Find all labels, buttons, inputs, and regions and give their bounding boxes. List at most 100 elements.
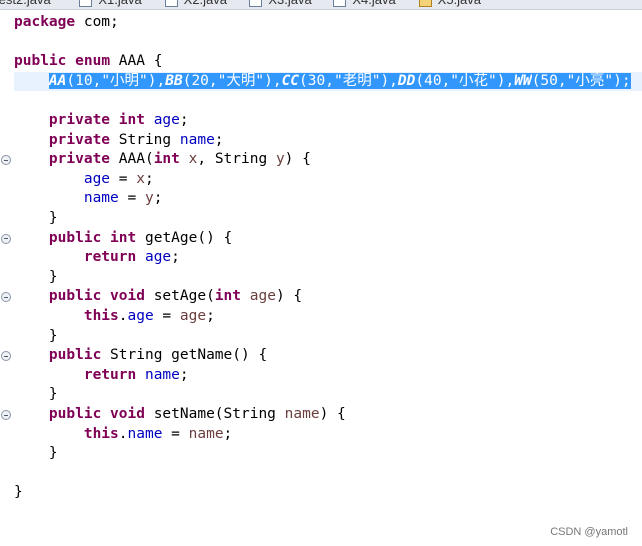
fold-collapse-icon[interactable] — [1, 233, 11, 244]
code-token: "小亮" — [566, 72, 614, 89]
tab-x4-java[interactable]: X4.java — [333, 0, 396, 7]
code-token: } — [14, 484, 23, 501]
tab-est2-java[interactable]: est2.java — [0, 0, 51, 7]
code-token: private — [48, 112, 111, 128]
code-line: this.name = name; — [14, 425, 232, 445]
code-token: ) { — [319, 406, 346, 422]
code-line: this.age = age; — [14, 307, 215, 327]
code-token: ; — [179, 366, 189, 383]
code-token: name — [83, 190, 119, 207]
code-token: private — [48, 151, 111, 168]
code-token: (40, — [415, 72, 451, 89]
tab-label: X4.java — [352, 0, 395, 7]
code-token: } — [14, 445, 58, 462]
code-token: . — [118, 308, 128, 324]
code-line: public String getName() { — [14, 346, 267, 366]
tab-label: X2.java — [184, 0, 227, 7]
code-token: "老明" — [333, 72, 381, 89]
fold-collapse-icon[interactable] — [1, 351, 11, 362]
code-token: this — [83, 425, 119, 442]
code-token: WW — [514, 72, 532, 89]
code-token: (20, — [182, 72, 218, 89]
fold-collapse-icon[interactable] — [1, 155, 11, 166]
java-file-icon — [249, 0, 263, 7]
code-token: name — [144, 366, 180, 383]
tab-label: X1.java — [98, 0, 141, 7]
code-token: ; — [179, 112, 189, 128]
code-token: com; — [75, 14, 119, 30]
code-line: public enum AAA { — [14, 52, 162, 72]
code-token: (30, — [299, 72, 334, 89]
code-token: } — [14, 268, 58, 285]
code-token: ; — [214, 131, 224, 148]
code-line: } — [14, 444, 58, 464]
code-token: CC — [281, 72, 300, 89]
code-token: private — [48, 131, 111, 148]
code-line: AA(10,"小明"),BB(20,"大明"),CC(30,"老明"),DD(4… — [14, 72, 631, 92]
tab-label: X3.java — [268, 0, 311, 7]
code-token: . — [118, 425, 128, 442]
code-token: ; — [144, 170, 154, 187]
code-token: , String — [197, 151, 276, 168]
code-token: String — [110, 131, 180, 148]
code-token: name — [127, 425, 163, 442]
code-editor[interactable]: package com; public enum AAA { AA(10,"小明"… — [0, 10, 642, 546]
code-token: int — [110, 229, 137, 246]
code-token: ) { — [284, 151, 311, 168]
code-token: ; — [223, 425, 233, 442]
code-token: name — [188, 425, 224, 442]
code-token: public — [48, 229, 102, 246]
java-file-icon — [333, 0, 347, 7]
code-line: return name; — [14, 366, 189, 386]
code-token: AAA( — [110, 151, 154, 168]
code-line: } — [14, 483, 23, 503]
tab-x3-java[interactable]: X3.java — [249, 0, 312, 7]
tab-x1-java[interactable]: X1.java — [79, 0, 142, 7]
code-token: ), — [147, 72, 166, 89]
tab-x2-java[interactable]: X2.java — [164, 0, 227, 7]
fold-collapse-icon[interactable] — [1, 292, 11, 303]
code-token: x — [136, 170, 145, 187]
code-token: BB — [165, 72, 183, 89]
code-token: return — [83, 249, 137, 266]
code-token: name — [179, 131, 215, 148]
code-token: = — [162, 425, 189, 442]
code-token: ; — [171, 249, 180, 266]
code-line: package com; — [14, 13, 119, 33]
code-token: (50, — [531, 72, 567, 89]
code-token: y — [275, 151, 285, 168]
code-token: age — [127, 308, 154, 324]
code-token: int — [118, 112, 145, 128]
code-token: } — [14, 327, 58, 344]
code-token: age — [153, 112, 180, 128]
code-line: age = x; — [14, 170, 154, 190]
java-file-icon — [79, 0, 93, 7]
code-token: } — [14, 210, 58, 226]
code-token: y — [144, 190, 154, 207]
java-file-icon — [164, 0, 178, 7]
code-token: "小花" — [450, 72, 497, 89]
code-token: "小明" — [101, 72, 148, 89]
code-token: int — [214, 288, 242, 305]
code-line: private String name; — [14, 131, 224, 151]
code-token: enum — [75, 53, 111, 70]
java-file-warning-icon — [418, 0, 432, 7]
tab-x5-java[interactable]: X5.java — [418, 0, 481, 7]
code-token: ; — [153, 190, 163, 207]
fold-collapse-icon[interactable] — [1, 410, 11, 420]
code-token: age — [144, 249, 172, 266]
